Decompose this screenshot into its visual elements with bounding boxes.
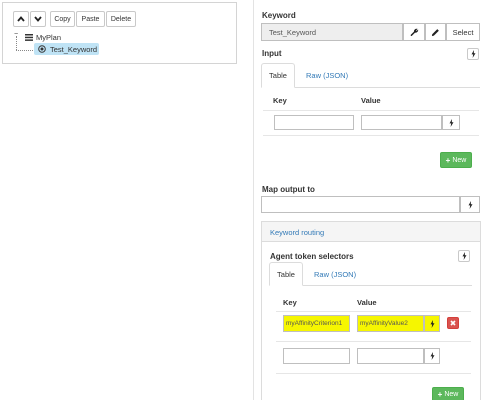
input-col-value: Value [361, 96, 381, 105]
target-icon [38, 45, 46, 55]
input-value-field[interactable] [361, 115, 442, 130]
plan-tree-panel: Copy Paste Delete − MyPlan Test_Keyword [2, 2, 237, 64]
map-output-field[interactable] [261, 196, 460, 213]
bolt-icon [468, 200, 472, 209]
chevron-down-icon [34, 16, 42, 22]
move-down-button[interactable] [30, 11, 46, 27]
plus-icon: + [445, 155, 451, 165]
map-output-dynamic-button[interactable] [460, 196, 480, 213]
remove-row-button[interactable] [447, 317, 459, 329]
keyword-name-value: Test_Keyword [269, 28, 317, 37]
bolt-icon [449, 118, 453, 127]
bolt-icon [462, 252, 466, 260]
input-row-rule [263, 135, 479, 136]
copy-button[interactable]: Copy [50, 11, 75, 27]
keyword-heading: Keyword [262, 11, 296, 20]
configure-button[interactable] [403, 23, 425, 41]
routing-header-rule [276, 311, 471, 312]
chevron-up-icon [17, 16, 25, 22]
move-up-button[interactable] [13, 11, 29, 27]
input-tab-table[interactable]: Table [261, 63, 295, 88]
routing-row-rule [276, 341, 471, 342]
routing-new-key-field[interactable] [283, 348, 350, 364]
input-col-key: Key [273, 96, 287, 105]
input-value-dynamic-button[interactable] [442, 115, 460, 130]
tree-connector [16, 36, 17, 50]
input-dynamic-toggle[interactable] [467, 48, 479, 60]
agent-token-selectors-heading: Agent token selectors [270, 252, 354, 261]
bolt-icon [430, 352, 434, 360]
map-output-heading: Map output to [262, 185, 315, 194]
selectors-dynamic-toggle[interactable] [458, 250, 470, 262]
keyword-routing-toggle[interactable]: Keyword routing [270, 228, 324, 237]
plus-icon: + [437, 390, 443, 399]
input-heading: Input [262, 49, 282, 58]
tree-node-keyword[interactable]: Test_Keyword [50, 45, 97, 54]
edit-button[interactable] [425, 23, 446, 41]
input-key-field[interactable] [274, 115, 354, 130]
routing-value-dynamic-button[interactable] [424, 315, 440, 332]
routing-col-value: Value [357, 298, 377, 307]
keyword-editor-panel: Keyword Test_Keyword Select Input Table … [253, 0, 491, 400]
routing-new-button[interactable]: + New [432, 387, 464, 400]
input-new-label: New [452, 156, 467, 164]
routing-key-value: myAffinityCriterion1 [286, 320, 343, 327]
close-icon [450, 320, 456, 326]
list-icon [25, 34, 33, 43]
input-header-rule [263, 110, 479, 111]
bolt-icon [471, 50, 475, 58]
input-tab-raw-json[interactable]: Raw (JSON) [306, 71, 348, 80]
tree-connector-h [16, 50, 33, 51]
wrench-icon [410, 28, 418, 36]
routing-col-key: Key [283, 298, 297, 307]
routing-tab-raw-json[interactable]: Raw (JSON) [314, 270, 356, 279]
pencil-icon [431, 28, 439, 36]
routing-new-value-field[interactable] [357, 348, 424, 364]
routing-new-row-rule [276, 373, 471, 374]
tree-node-root[interactable]: MyPlan [36, 33, 61, 42]
routing-new-value-dynamic-button[interactable] [424, 348, 440, 364]
input-new-button[interactable]: + New [440, 152, 472, 168]
collapse-toggle[interactable]: − [14, 31, 18, 38]
paste-button[interactable]: Paste [76, 11, 105, 27]
routing-tab-table[interactable]: Table [269, 262, 303, 286]
routing-new-label: New [444, 391, 459, 398]
select-button[interactable]: Select [446, 23, 480, 41]
bolt-icon [430, 319, 434, 328]
delete-button[interactable]: Delete [106, 11, 136, 27]
routing-value-value: myAffinityValue2 [360, 320, 408, 327]
